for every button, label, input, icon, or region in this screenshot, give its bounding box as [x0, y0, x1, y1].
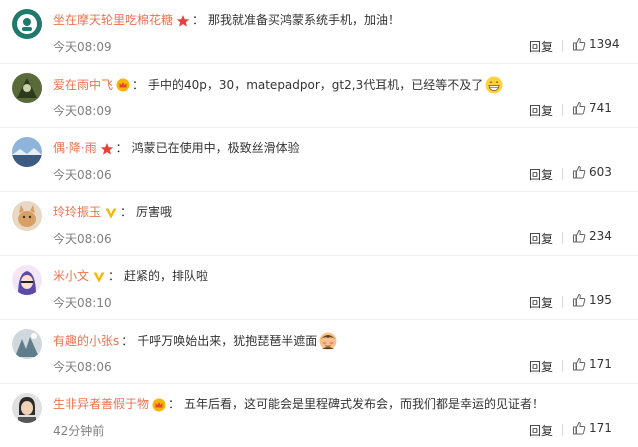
avatar[interactable]: [12, 73, 42, 103]
like-count: 195: [589, 293, 612, 307]
like-count: 171: [589, 421, 612, 435]
like-count: 1394: [589, 37, 620, 51]
comment-item: 米小文 ： 赶紧的，排队啦 今天08:10 回复 195: [0, 256, 638, 320]
comment-time: 今天08:06: [53, 360, 112, 374]
reply-button[interactable]: 回复: [529, 230, 553, 247]
divider: [562, 360, 563, 372]
username-link[interactable]: 坐在摩天轮里吃棉花糖: [53, 12, 173, 29]
like-button[interactable]: 1394: [572, 37, 620, 51]
comment-time: 42分钟前: [53, 424, 105, 438]
comment-list: 坐在摩天轮里吃棉花糖 ： 那我就准备买鸿蒙系统手机，加油！ 今天08:09 回复…: [0, 0, 638, 447]
thumbs-up-icon: [573, 357, 586, 371]
thumbs-up-icon: [573, 293, 586, 307]
username-link[interactable]: 爱在雨中飞: [53, 77, 113, 94]
comment-text: 赶紧的，排队啦: [124, 269, 209, 283]
thumbs-up-icon: [573, 229, 586, 243]
reply-button[interactable]: 回复: [529, 38, 553, 55]
like-button[interactable]: 195: [572, 293, 612, 307]
comment-text: 手中的40p，30，matepadpor，gt2,3代耳机，已经等不及了: [148, 77, 484, 92]
like-button[interactable]: 603: [572, 165, 612, 179]
divider: [562, 40, 563, 52]
colon: ：: [115, 141, 128, 155]
colon: ：: [132, 77, 145, 92]
like-button[interactable]: 234: [572, 229, 612, 243]
divider: [562, 296, 563, 308]
username-link[interactable]: 玲玲振玉: [53, 204, 101, 221]
reply-button[interactable]: 回复: [529, 358, 553, 375]
colon: ：: [121, 333, 134, 348]
grin-emoji: [485, 76, 503, 94]
avatar[interactable]: [12, 201, 42, 231]
comment-item: 生非异者善假于物 ： 五年后看，这可能会是里程碑式发布会，而我们都是幸运的见证者…: [0, 384, 638, 447]
divider: [562, 168, 563, 180]
divider: [562, 424, 563, 436]
avatar[interactable]: [12, 137, 42, 167]
colon: ：: [120, 205, 133, 219]
comment-text: 那我就准备买鸿蒙系统手机，加油！: [208, 13, 401, 27]
reply-button[interactable]: 回复: [529, 102, 553, 119]
colon: ：: [192, 13, 205, 27]
crown-icon: [152, 398, 166, 412]
like-count: 741: [589, 101, 612, 115]
reply-button[interactable]: 回复: [529, 294, 553, 311]
colon: ：: [108, 269, 121, 283]
reply-button[interactable]: 回复: [529, 422, 553, 439]
shy-emoji: [319, 332, 337, 350]
comment-item: 爱在雨中飞 ： 手中的40p，30，matepadpor，gt2,3代耳机，已经…: [0, 64, 638, 128]
thumbs-up-icon: [573, 101, 586, 115]
username-link[interactable]: 生非异者善假于物: [53, 396, 149, 413]
comment-text: 鸿蒙已在使用中，极致丝滑体验: [131, 141, 300, 155]
username-link[interactable]: 米小文: [53, 268, 89, 285]
comment-item: 偶·降·雨 ： 鸿蒙已在使用中，极致丝滑体验 今天08:06 回复 603: [0, 128, 638, 192]
comment-item: 坐在摩天轮里吃棉花糖 ： 那我就准备买鸿蒙系统手机，加油！ 今天08:09 回复…: [0, 0, 638, 64]
avatar[interactable]: [12, 329, 42, 359]
comment-time: 今天08:10: [53, 296, 112, 310]
divider: [562, 104, 563, 116]
username-link[interactable]: 偶·降·雨: [53, 140, 97, 157]
like-count: 171: [589, 357, 612, 371]
comment-time: 今天08:06: [53, 168, 112, 182]
avatar[interactable]: [12, 9, 42, 39]
like-button[interactable]: 171: [572, 357, 612, 371]
comment-item: 玲玲振玉 ： 厉害哦 今天08:06 回复 234: [0, 192, 638, 256]
comment-time: 今天08:09: [53, 104, 112, 118]
v-icon: [104, 206, 118, 220]
thumbs-up-icon: [573, 165, 586, 179]
username-link[interactable]: 有趣的小张s: [53, 333, 119, 350]
comment-time: 今天08:06: [53, 232, 112, 246]
comment-time: 今天08:09: [53, 40, 112, 54]
divider: [562, 232, 563, 244]
avatar[interactable]: [12, 265, 42, 295]
like-button[interactable]: 171: [572, 421, 612, 435]
like-button[interactable]: 741: [572, 101, 612, 115]
crown-icon: [116, 78, 130, 92]
avatar[interactable]: [12, 393, 42, 423]
colon: ：: [168, 397, 181, 411]
comment-text: 厉害哦: [136, 205, 173, 219]
v-icon: [92, 270, 106, 284]
star-icon: [100, 142, 114, 156]
thumbs-up-icon: [573, 421, 586, 435]
comment-item: 有趣的小张s ： 千呼万唤始出来，犹抱琵琶半遮面 今天08:06 回复 171: [0, 320, 638, 384]
like-count: 234: [589, 229, 612, 243]
thumbs-up-icon: [573, 37, 586, 51]
like-count: 603: [589, 165, 612, 179]
reply-button[interactable]: 回复: [529, 166, 553, 183]
comment-text: 千呼万唤始出来，犹抱琵琶半遮面: [137, 333, 318, 348]
star-icon: [176, 14, 190, 28]
comment-text: 五年后看，这可能会是里程碑式发布会，而我们都是幸运的见证者！: [184, 397, 545, 411]
